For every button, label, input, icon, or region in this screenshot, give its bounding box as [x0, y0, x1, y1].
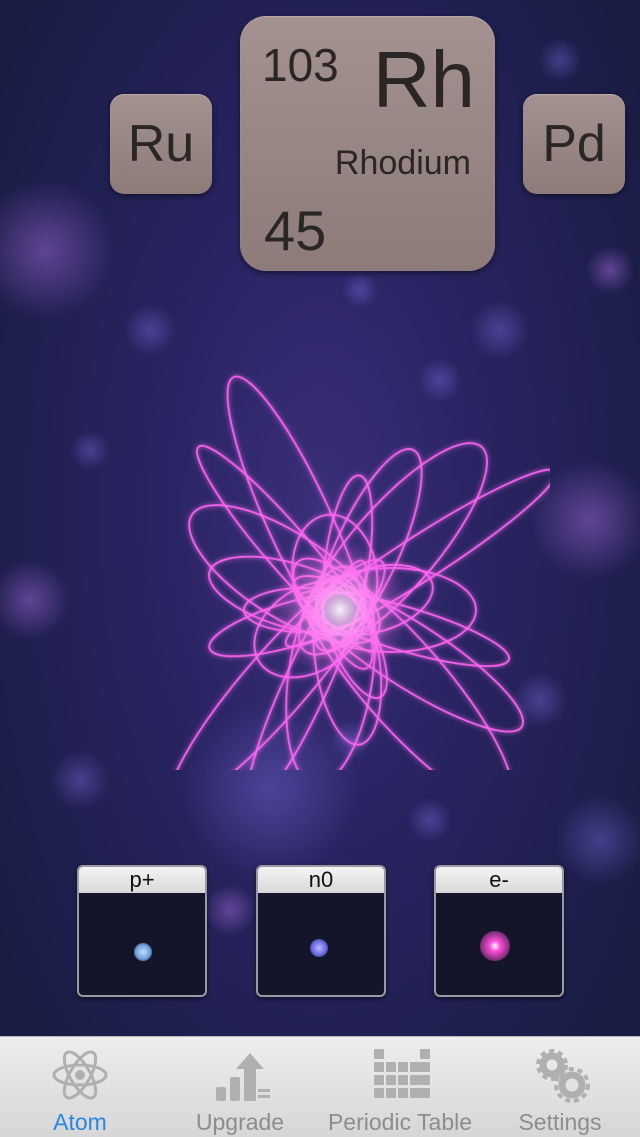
next-element-button[interactable]: Pd: [523, 94, 625, 194]
atom-visualization[interactable]: [70, 350, 550, 770]
neutron-slot[interactable]: n0: [256, 865, 386, 997]
electron-slot[interactable]: e-: [434, 865, 564, 997]
current-element-tile: 103 Rh Rhodium 45: [240, 16, 495, 271]
tab-periodic-table[interactable]: Periodic Table: [320, 1037, 480, 1137]
proton-label: p+: [79, 867, 205, 893]
tab-settings[interactable]: Settings: [480, 1037, 640, 1137]
tab-upgrade[interactable]: Upgrade: [160, 1037, 320, 1137]
tab-periodic-table-label: Periodic Table: [327, 1109, 473, 1135]
proton-particle[interactable]: [134, 943, 152, 961]
tab-settings-label: Settings: [518, 1109, 602, 1135]
tab-atom-label: Atom: [53, 1109, 107, 1135]
previous-element-button[interactable]: Ru: [110, 94, 212, 194]
neutron-label: n0: [258, 867, 384, 893]
neutron-particle[interactable]: [310, 939, 328, 957]
next-element-symbol: Pd: [542, 115, 606, 173]
upgrade-icon: [216, 1053, 270, 1101]
element-name: Rhodium: [334, 144, 471, 182]
gears-icon: [536, 1049, 590, 1103]
tab-upgrade-label: Upgrade: [195, 1109, 285, 1135]
proton-slot[interactable]: p+: [77, 865, 207, 997]
atom-icon: [52, 1050, 108, 1100]
element-atomic-number: 45: [264, 199, 327, 262]
tab-bar: Atom Upgrade Periodic Table Settings: [0, 1036, 640, 1137]
electron-particle[interactable]: [480, 931, 510, 961]
element-symbol: Rh: [372, 35, 475, 124]
element-mass: 103: [262, 39, 339, 91]
electron-label: e-: [436, 867, 562, 893]
tab-atom[interactable]: Atom: [0, 1037, 160, 1137]
periodic-table-icon: [374, 1049, 430, 1098]
previous-element-symbol: Ru: [127, 115, 195, 173]
